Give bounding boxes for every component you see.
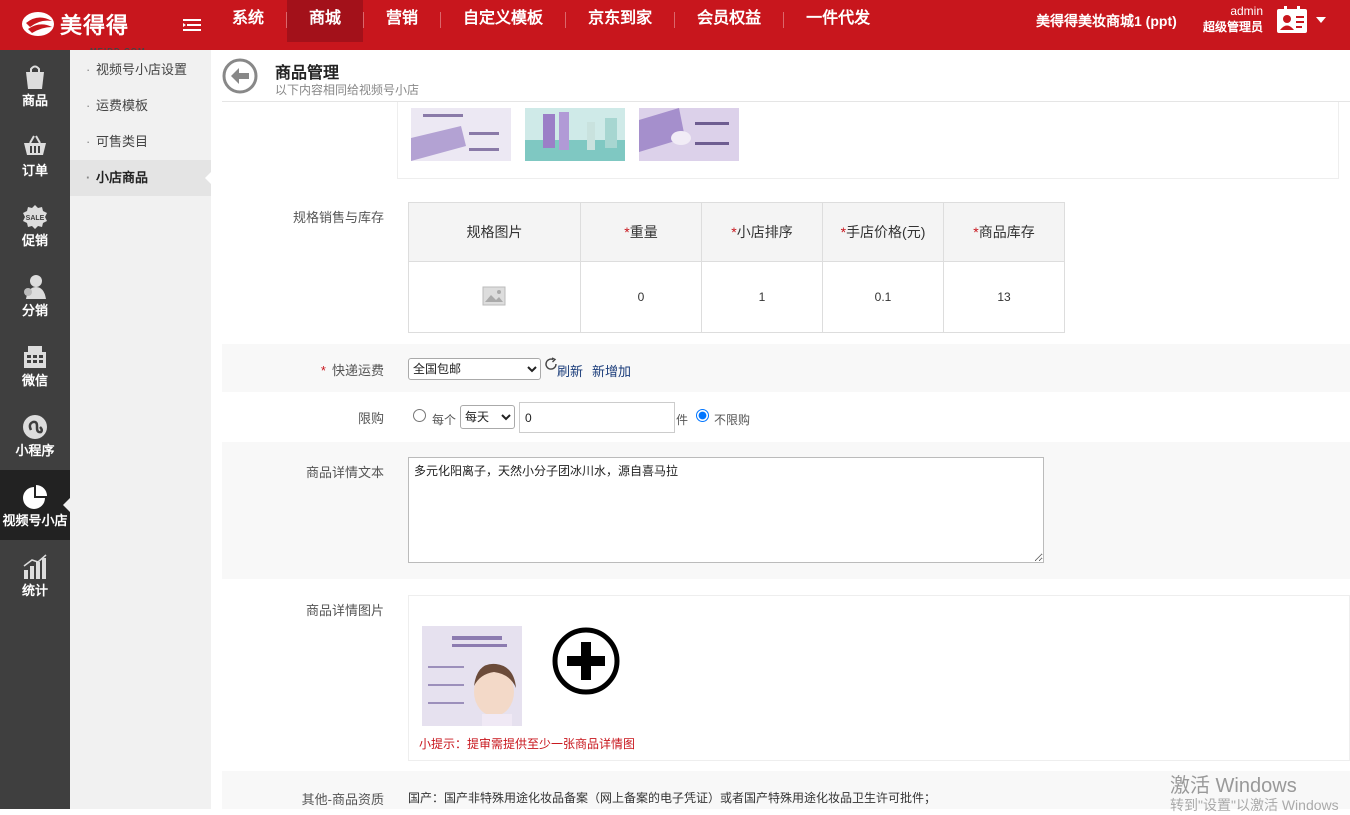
- no-limit-radio[interactable]: [696, 409, 709, 422]
- detail-images-box: 小提示：提审需提供至少一张商品详情图: [408, 595, 1350, 761]
- column-header: *商品库存: [943, 202, 1065, 262]
- image-placeholder-icon: [482, 286, 505, 305]
- shop-name[interactable]: 美得得美妆商城1 (ppt): [1036, 11, 1177, 31]
- people-icon: [24, 275, 46, 299]
- product-image[interactable]: [639, 108, 739, 161]
- column-header: *小店排序: [701, 202, 823, 262]
- miniprogram-icon: [23, 415, 47, 439]
- sale-icon: SALE: [23, 205, 47, 229]
- leftnav-item-wechat[interactable]: 微信: [0, 330, 70, 400]
- topnav-item-mall[interactable]: 商城: [287, 0, 364, 42]
- left-nav: 商品 订单 SALE 促销 分销 微信 小程序 视频号小店 统计: [0, 50, 70, 809]
- topnav-item-marketing[interactable]: 营销: [364, 0, 440, 42]
- leftnav-label: 微信: [21, 373, 48, 388]
- price-cell: 0.1: [822, 261, 944, 333]
- column-header: *手店价格(元): [822, 202, 944, 262]
- table-row: 0 1 0.1 13: [408, 261, 1065, 333]
- add-shipping-link[interactable]: 新增加: [592, 361, 631, 380]
- shipping-label: * 快递运费: [320, 363, 384, 378]
- leftnav-label: 商品: [21, 93, 48, 108]
- subnav-item-shop-settings[interactable]: 视频号小店设置: [70, 52, 211, 88]
- qualification-label: 其他-商品资质: [301, 792, 384, 807]
- limit-qty-input[interactable]: [519, 402, 675, 433]
- bag-icon: [26, 65, 44, 89]
- topnav-item-member-benefits[interactable]: 会员权益: [675, 0, 783, 42]
- leftnav-item-miniprogram[interactable]: 小程序: [0, 400, 70, 470]
- leftnav-label: 促销: [21, 233, 48, 248]
- product-image[interactable]: [411, 108, 511, 161]
- stock-cell: 13: [943, 261, 1065, 333]
- brand-logo[interactable]: 美得得 MEIDD.COM: [20, 5, 145, 70]
- detail-images-label: 商品详情图片: [305, 603, 384, 618]
- windows-activation-watermark: 激活 Windows: [1170, 775, 1297, 797]
- table-header-row: 规格图片 *重量 *小店排序 *手店价格(元) *商品库存: [408, 202, 1065, 262]
- sub-nav: 视频号小店设置 运费模板 可售类目 小店商品: [70, 50, 211, 809]
- qualification-text: 国产：国产非特殊用途化妆品备案（网上备案的电子凭证）或者国产特殊用途化妆品卫生许…: [408, 791, 937, 805]
- leftnav-label: 分销: [21, 303, 48, 318]
- refresh-link[interactable]: 刷新: [557, 361, 583, 380]
- limit-period-select[interactable]: 每天: [460, 405, 515, 429]
- subnav-item-categories[interactable]: 可售类目: [70, 124, 211, 160]
- spec-image-cell[interactable]: [408, 261, 581, 333]
- leftnav-item-order[interactable]: 订单: [0, 120, 70, 190]
- page-subtitle: 以下内容相同给视频号小店: [275, 83, 420, 97]
- page-title: 商品管理: [275, 65, 340, 82]
- top-nav: 系统 商城 营销 自定义模板 京东到家 会员权益 一件代发: [210, 0, 892, 42]
- leftnav-label: 视频号小店: [2, 513, 68, 528]
- limit-label: 限购: [357, 411, 384, 426]
- spec-label: 规格销售与库存: [292, 210, 384, 225]
- user-info[interactable]: admin 超级管理员: [1198, 4, 1263, 35]
- user-role: 超级管理员: [1202, 20, 1263, 34]
- barchart-icon: [23, 554, 47, 579]
- leftnav-label: 小程序: [15, 443, 55, 458]
- leftnav-item-statistics[interactable]: 统计: [0, 540, 70, 610]
- add-image-icon[interactable]: [536, 611, 636, 711]
- limit-per-label: 每个: [432, 413, 457, 427]
- back-arrow-icon[interactable]: [222, 58, 258, 94]
- cart-icon: [24, 135, 46, 155]
- subnav-item-shipping-template[interactable]: 运费模板: [70, 88, 211, 124]
- topnav-item-dropship[interactable]: 一件代发: [784, 0, 892, 42]
- shipping-row: * 快递运费 全国包邮 刷新 新增加: [222, 344, 1350, 392]
- spec-table: 规格图片 *重量 *小店排序 *手店价格(元) *商品库存 0 1 0.1 13: [408, 202, 1065, 333]
- topnav-item-custom-template[interactable]: 自定义模板: [441, 0, 565, 42]
- svg-text:SALE: SALE: [26, 215, 45, 222]
- main-content: 商品管理 以下内容相同给视频号小店 规格销售与库存 规格图片 *重量 *小店排序…: [211, 50, 1350, 809]
- leftnav-label: 统计: [21, 583, 48, 598]
- leftnav-item-product[interactable]: 商品: [0, 50, 70, 120]
- detail-image-tip: 小提示：提审需提供至少一张商品详情图: [419, 737, 636, 751]
- limit-per-radio[interactable]: [413, 409, 426, 422]
- detail-text-area[interactable]: 多元化阳离子，天然小分子团冰川水，源自喜马拉: [408, 457, 1044, 563]
- sort-cell: 1: [701, 261, 823, 333]
- column-header: 规格图片: [408, 202, 581, 262]
- profile-card-icon[interactable]: [1276, 6, 1308, 34]
- pie-icon: [23, 485, 47, 509]
- detail-text-label: 商品详情文本: [305, 465, 384, 480]
- topnav-item-jd-daojia[interactable]: 京东到家: [566, 0, 674, 42]
- register-icon: [24, 346, 46, 368]
- page-header: 商品管理 以下内容相同给视频号小店: [222, 50, 1350, 102]
- leftnav-item-distribution[interactable]: 分销: [0, 260, 70, 330]
- limit-unit: 件: [676, 413, 689, 427]
- product-image[interactable]: [525, 108, 625, 161]
- weight-cell: 0: [580, 261, 702, 333]
- username: admin: [1230, 4, 1263, 18]
- menu-toggle-icon[interactable]: [183, 18, 201, 32]
- detail-image[interactable]: [422, 626, 522, 726]
- logo-icon: [22, 12, 54, 36]
- leftnav-item-video-shop[interactable]: 视频号小店: [0, 470, 70, 540]
- leftnav-item-promotion[interactable]: SALE 促销: [0, 190, 70, 260]
- shipping-select[interactable]: 全国包邮: [408, 358, 541, 380]
- product-image-strip: [397, 102, 1339, 179]
- chevron-down-icon[interactable]: [1316, 17, 1326, 23]
- refresh-icon[interactable]: [544, 357, 558, 371]
- no-limit-label: 不限购: [714, 413, 751, 427]
- subnav-item-shop-products[interactable]: 小店商品: [70, 160, 211, 196]
- limit-row: 限购 每个 每天 件 不限购: [222, 392, 1350, 442]
- topnav-item-system[interactable]: 系统: [210, 0, 286, 42]
- column-header: *重量: [580, 202, 702, 262]
- leftnav-label: 订单: [21, 163, 48, 178]
- top-bar: 美得得 MEIDD.COM 系统 商城 营销 自定义模板 京东到家 会员权益 一…: [0, 0, 1350, 70]
- windows-activation-hint: 转到"设置"以激活 Windows: [1170, 797, 1339, 813]
